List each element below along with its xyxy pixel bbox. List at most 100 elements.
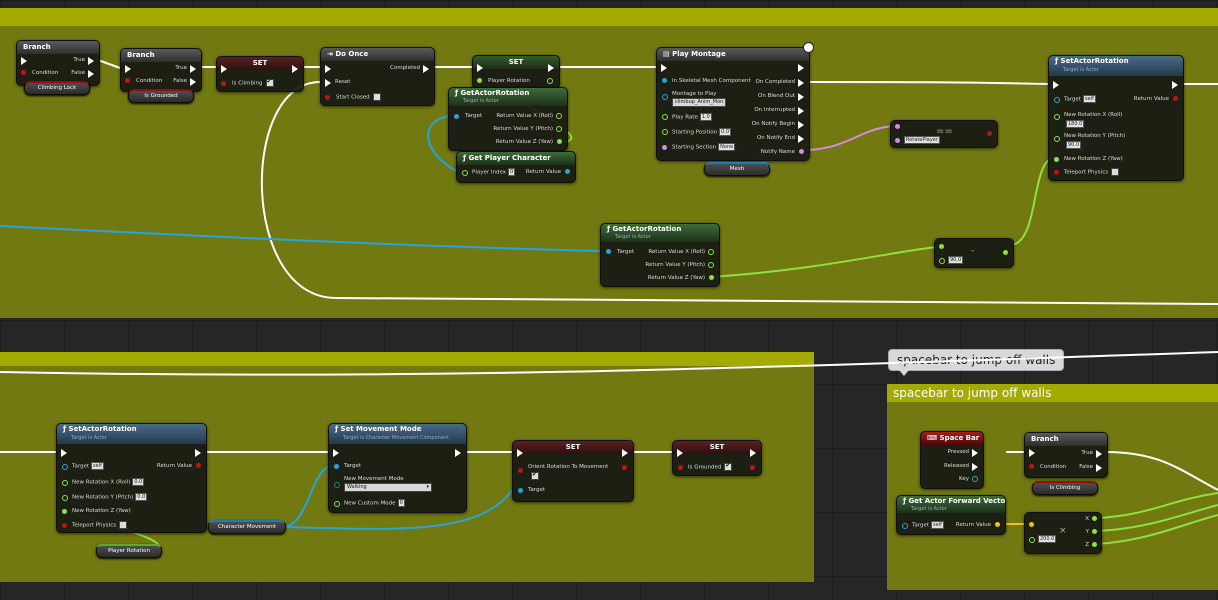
return-z-pin[interactable] xyxy=(709,275,714,280)
branch-node[interactable]: Branch Condition True False xyxy=(1024,432,1108,478)
target-pin[interactable] xyxy=(606,249,611,254)
exec-out-pin[interactable] xyxy=(798,64,804,72)
exec-in-pin[interactable] xyxy=(325,65,331,73)
condition-pin[interactable] xyxy=(1029,464,1034,469)
on-completed-pin[interactable] xyxy=(798,79,804,87)
teleport-pin[interactable] xyxy=(62,523,67,528)
branch-node[interactable]: Branch Condition True False xyxy=(16,40,100,86)
equal-out-pin[interactable] xyxy=(987,131,992,136)
set-node[interactable]: SET Orient Rotation To Movement Target xyxy=(512,440,634,502)
new-rotation-z-pin[interactable] xyxy=(1054,157,1059,162)
play-rate-input[interactable]: 1.0 xyxy=(699,113,712,121)
exec-in-pin[interactable] xyxy=(677,449,683,457)
play-montage-node[interactable]: ▤ Play Montage In Skeletal Mesh Componen… xyxy=(656,47,810,161)
set-node[interactable]: SET Is Climbing xyxy=(216,56,304,92)
in-mesh-pin[interactable] xyxy=(662,78,667,83)
montage-pin[interactable] xyxy=(662,94,668,100)
start-closed-checkbox[interactable] xyxy=(372,93,381,101)
movement-mode-pin[interactable] xyxy=(334,482,340,488)
target-pin[interactable] xyxy=(454,114,459,119)
reset-exec-pin[interactable] xyxy=(325,79,331,87)
rotate-player-input[interactable]: RotatePlayer xyxy=(904,136,940,144)
exec-out-pin[interactable] xyxy=(292,65,298,73)
on-notify-begin-pin[interactable] xyxy=(798,121,804,129)
on-interrupted-pin[interactable] xyxy=(798,107,804,115)
get-actor-rotation-node[interactable]: ƒ GetActorRotation Target is Actor Target… xyxy=(448,87,568,151)
return-y-pin[interactable] xyxy=(556,126,562,132)
exec-in-pin[interactable] xyxy=(221,65,227,73)
true-exec-pin[interactable] xyxy=(190,65,196,73)
exec-in-pin[interactable] xyxy=(21,57,27,65)
return-z-pin[interactable] xyxy=(557,139,562,144)
new-rotation-y-pin[interactable] xyxy=(1054,136,1060,142)
do-once-node[interactable]: ⇥ Do Once Completed Reset Start Closed xyxy=(320,47,435,106)
exec-out-pin[interactable] xyxy=(195,449,201,457)
start-closed-pin[interactable] xyxy=(325,95,330,100)
exec-in-pin[interactable] xyxy=(61,449,67,457)
play-rate-pin[interactable] xyxy=(662,114,668,120)
target-pin[interactable] xyxy=(902,523,908,529)
is-grounded-checkbox[interactable] xyxy=(724,462,733,471)
z-out-pin[interactable] xyxy=(1092,542,1097,547)
target-pin[interactable] xyxy=(518,488,523,493)
new-rotation-y-input[interactable]: 0.0 xyxy=(135,493,148,501)
player-index-input[interactable]: 0 xyxy=(508,168,516,176)
multiply-b-pin[interactable] xyxy=(1029,537,1035,543)
player-index-pin[interactable] xyxy=(462,170,468,176)
exec-in-pin[interactable] xyxy=(661,64,667,72)
orient-rotation-checkbox[interactable] xyxy=(531,471,539,480)
set-movement-mode-node[interactable]: ƒ Set Movement Mode Target is Character M… xyxy=(328,423,467,513)
condition-pin[interactable] xyxy=(125,78,130,83)
movement-mode-dropdown[interactable]: Walking ▾ xyxy=(344,483,432,492)
return-x-pin[interactable] xyxy=(556,113,562,119)
equal-node[interactable]: == RotatePlayer xyxy=(890,120,998,148)
exec-out-pin[interactable] xyxy=(750,449,756,457)
false-exec-pin[interactable] xyxy=(88,70,94,78)
custom-mode-input[interactable]: 0 xyxy=(397,499,405,507)
new-rotation-z-pin[interactable] xyxy=(62,509,67,514)
is-climbing-pin[interactable] xyxy=(221,81,226,86)
is-climbing-checkbox[interactable] xyxy=(265,78,274,87)
player-rotation-var[interactable]: Player Rotation xyxy=(96,544,162,558)
set-actor-rotation-node[interactable]: ƒ SetActorRotation Target is Actor Target… xyxy=(56,423,207,533)
subtract-out-pin[interactable] xyxy=(1003,250,1008,255)
y-out-pin[interactable] xyxy=(1092,529,1097,534)
return-value-pin[interactable] xyxy=(995,522,1000,527)
player-rotation-out-pin[interactable] xyxy=(547,78,553,84)
is-grounded-pin[interactable] xyxy=(678,465,683,470)
return-value-pin[interactable] xyxy=(1173,96,1178,101)
exec-in-pin[interactable] xyxy=(125,65,131,73)
exec-out-pin[interactable] xyxy=(1172,81,1178,89)
target-pin[interactable] xyxy=(62,464,68,470)
exec-out-pin[interactable] xyxy=(455,449,461,457)
new-rotation-x-input[interactable]: 180.0 xyxy=(1066,120,1085,128)
subtract-node[interactable]: - 90.0 xyxy=(934,238,1014,268)
teleport-checkbox[interactable] xyxy=(119,521,128,529)
target-input[interactable]: self xyxy=(1083,95,1096,103)
custom-mode-pin[interactable] xyxy=(334,501,340,507)
released-exec-pin[interactable] xyxy=(972,463,978,471)
mesh-var[interactable]: Mesh xyxy=(704,162,770,176)
true-exec-pin[interactable] xyxy=(88,57,94,65)
new-rotation-x-pin[interactable] xyxy=(1054,114,1060,120)
completed-exec-pin[interactable] xyxy=(423,65,429,73)
get-player-character-node[interactable]: ƒ Get Player Character Player Index 0 Ret… xyxy=(456,151,576,183)
on-notify-end-pin[interactable] xyxy=(798,135,804,143)
set-actor-rotation-node[interactable]: ƒ SetActorRotation Target is Actor Target… xyxy=(1048,55,1184,181)
true-exec-pin[interactable] xyxy=(1096,450,1102,458)
get-actor-forward-vector-node[interactable]: ƒ Get Actor Forward Vector Target is Acto… xyxy=(896,495,1006,535)
exec-out-pin[interactable] xyxy=(548,64,554,72)
start-section-pin[interactable] xyxy=(662,145,667,150)
start-pos-input[interactable]: 0.0 xyxy=(719,128,732,136)
teleport-checkbox[interactable] xyxy=(1111,168,1120,176)
target-input[interactable]: self xyxy=(91,462,104,470)
exec-in-pin[interactable] xyxy=(1053,81,1059,89)
is-climbing-var[interactable]: Is Climbing xyxy=(1032,481,1098,495)
target-pin[interactable] xyxy=(334,464,339,469)
key-pin[interactable] xyxy=(972,476,978,482)
exec-in-pin[interactable] xyxy=(517,449,523,457)
montage-dropdown[interactable]: climbup_Anim_Mon xyxy=(672,98,726,107)
start-pos-pin[interactable] xyxy=(662,129,668,135)
condition-pin[interactable] xyxy=(21,70,26,75)
target-input[interactable]: self xyxy=(931,521,944,529)
